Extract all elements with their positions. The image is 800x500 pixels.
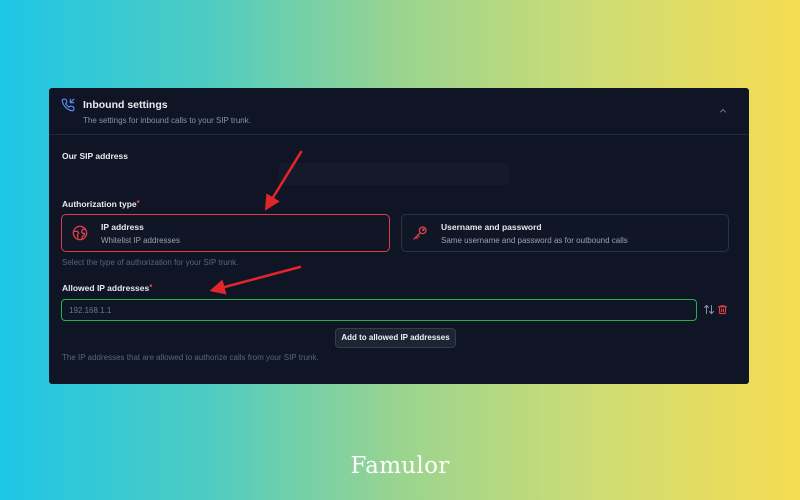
inbound-settings-panel: Inbound settings The settings for inboun… xyxy=(49,88,749,384)
option-description: Whitelist IP addresses xyxy=(101,236,180,245)
allowed-ip-help-text: The IP addresses that are allowed to aut… xyxy=(62,353,319,362)
inbound-settings-header[interactable]: Inbound settings The settings for inboun… xyxy=(49,88,749,135)
allowed-ip-input[interactable] xyxy=(61,299,697,321)
required-mark: * xyxy=(136,199,140,208)
trash-icon[interactable] xyxy=(717,303,728,316)
chevron-up-icon[interactable] xyxy=(717,105,729,117)
required-mark: * xyxy=(149,283,153,292)
globe-icon xyxy=(72,225,88,241)
section-subtitle: The settings for inbound calls to your S… xyxy=(83,116,251,125)
authorization-type-label: Authorization type* xyxy=(62,199,140,209)
auth-option-username-password[interactable]: Username and password Same username and … xyxy=(401,214,729,252)
add-allowed-ip-button[interactable]: Add to allowed IP addresses xyxy=(335,328,456,348)
sip-address-value-blurred xyxy=(279,163,509,185)
auth-option-ip-address[interactable]: IP address Whitelist IP addresses xyxy=(61,214,390,252)
reorder-icon[interactable] xyxy=(703,303,715,316)
phone-incoming-icon xyxy=(61,98,75,112)
option-description: Same username and password as for outbou… xyxy=(441,236,628,245)
option-title: IP address xyxy=(101,222,144,232)
brand-logo: Famulor xyxy=(350,453,450,479)
authorization-help-text: Select the type of authorization for you… xyxy=(62,258,239,267)
option-title: Username and password xyxy=(441,222,542,232)
sip-address-label: Our SIP address xyxy=(62,151,128,161)
key-icon xyxy=(413,226,427,240)
allowed-ip-label: Allowed IP addresses* xyxy=(62,283,153,293)
section-title: Inbound settings xyxy=(83,99,168,111)
